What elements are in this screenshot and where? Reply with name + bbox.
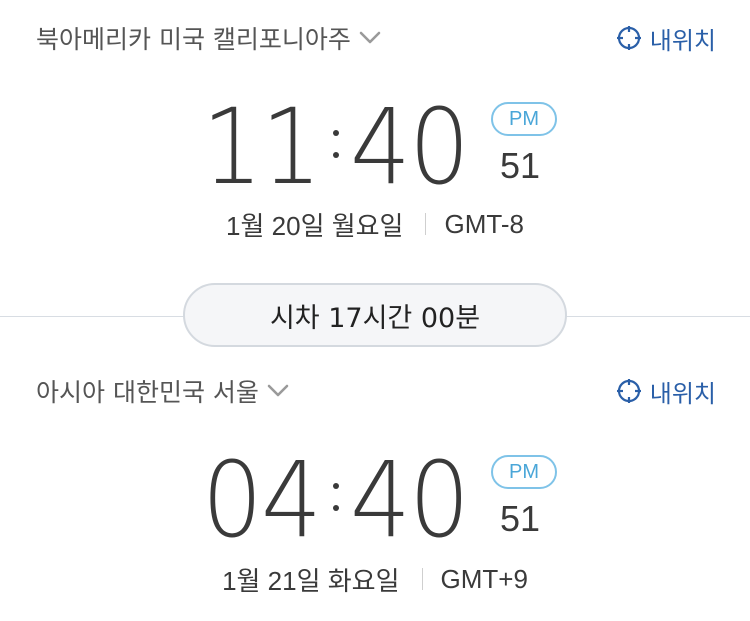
my-location-button[interactable]: 내위치 (616, 18, 716, 58)
hour-value: 04 (201, 439, 322, 561)
time-colon (333, 483, 339, 523)
ampm-badge: PM (491, 102, 557, 136)
location-row: 아시아 대한민국 서울 내위치 (0, 371, 750, 411)
seconds-value: 51 (500, 145, 541, 186)
gmt-offset: GMT-8 (444, 208, 524, 239)
seconds-value: 51 (500, 498, 541, 539)
minute-value: 40 (350, 86, 470, 208)
date-divider (421, 568, 423, 590)
chevron-down-icon (359, 31, 381, 45)
source-timezone-panel: 북아메리카 미국 캘리포니아주 내위치 11 40 PM 51 1월 20일 월… (0, 0, 750, 280)
location-label: 북아메리카 미국 캘리포니아주 (36, 25, 351, 54)
crosshair-target-icon (616, 378, 642, 404)
location-selector[interactable]: 아시아 대한민국 서울 (36, 371, 289, 411)
my-location-button[interactable]: 내위치 (616, 371, 716, 411)
location-row: 북아메리카 미국 캘리포니아주 내위치 (0, 18, 750, 58)
date-row: 1월 20일 월요일 GMT-8 (0, 206, 750, 242)
time-colon (333, 130, 339, 170)
location-label: 아시아 대한민국 서울 (36, 378, 259, 407)
clock-display: 04 40 PM 51 (0, 445, 750, 555)
time-difference-separator: 시차 17시간 00분 (0, 283, 750, 347)
date-row: 1월 21일 화요일 GMT+9 (0, 561, 750, 597)
date-text: 1월 21일 화요일 (222, 565, 400, 596)
crosshair-target-icon (616, 25, 642, 51)
time-difference-label: 시차 17시간 00분 (269, 302, 481, 334)
clock-display: 11 40 PM 51 (0, 92, 750, 202)
ampm-badge: PM (491, 455, 557, 489)
date-text: 1월 20일 월요일 (226, 210, 404, 241)
my-location-label: 내위치 (649, 26, 716, 55)
location-selector[interactable]: 북아메리카 미국 캘리포니아주 (36, 18, 381, 58)
minute-value: 40 (350, 439, 470, 561)
hour-value: 11 (201, 86, 322, 208)
target-timezone-panel: 아시아 대한민국 서울 내위치 04 40 PM 51 1월 21일 화요일 G… (0, 355, 750, 621)
chevron-down-icon (267, 384, 289, 398)
gmt-offset: GMT+9 (440, 563, 528, 594)
date-divider (425, 213, 427, 235)
my-location-label: 내위치 (649, 379, 716, 408)
time-difference-pill: 시차 17시간 00분 (183, 283, 567, 347)
